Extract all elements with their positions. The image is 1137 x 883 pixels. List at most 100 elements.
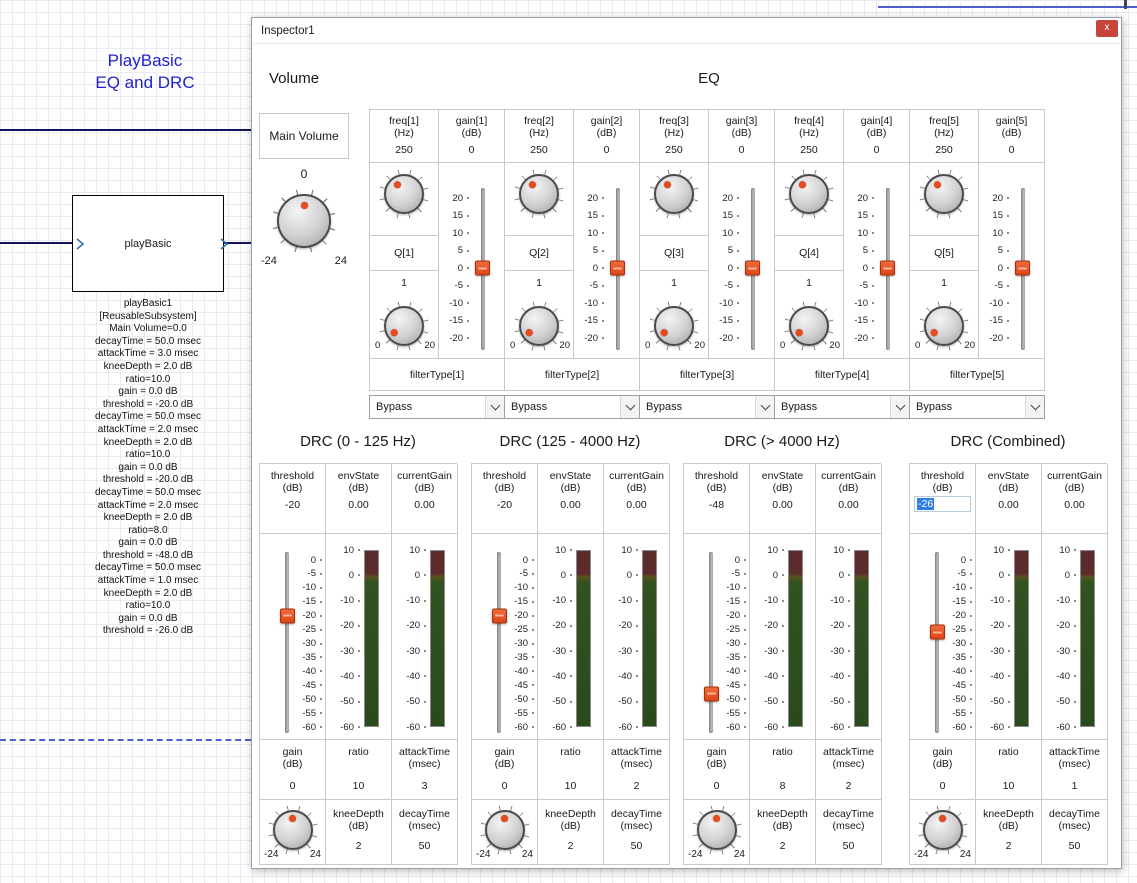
- gain-value[interactable]: 0: [684, 780, 749, 792]
- filter-type-dropdown[interactable]: Bypass: [639, 395, 775, 419]
- q-knob[interactable]: 0 20: [919, 301, 969, 351]
- freq-knob[interactable]: [649, 169, 699, 219]
- attacktime-value[interactable]: 2: [816, 780, 881, 792]
- filter-type-dropdown[interactable]: Bypass: [774, 395, 910, 419]
- threshold-slider-track[interactable]: [709, 552, 713, 733]
- gain-slider-handle[interactable]: [880, 261, 895, 276]
- decaytime-value[interactable]: 50: [392, 840, 457, 852]
- freq-unit: (Hz): [910, 127, 978, 139]
- q-value[interactable]: 1: [640, 271, 708, 295]
- ratio-value[interactable]: 10: [976, 780, 1041, 792]
- attacktime-value[interactable]: 1: [1042, 780, 1107, 792]
- gain-value[interactable]: 0: [844, 144, 909, 156]
- annotation-line: playBasic1: [28, 298, 268, 311]
- drc-gain-knob[interactable]: [268, 805, 318, 855]
- gain-slider-handle[interactable]: [1015, 261, 1030, 276]
- decaytime-value[interactable]: 50: [604, 840, 669, 852]
- threshold-slider-track[interactable]: [935, 552, 939, 733]
- drc-gain-knob[interactable]: [918, 805, 968, 855]
- gain-slider-handle[interactable]: [475, 261, 490, 276]
- envstate-field: envState (dB) 0.00: [326, 464, 392, 534]
- filter-type-dropdown[interactable]: Bypass: [504, 395, 640, 419]
- attacktime-value[interactable]: 3: [392, 780, 457, 792]
- freq-knob[interactable]: [919, 169, 969, 219]
- q-value[interactable]: 1: [775, 271, 843, 295]
- chevron-down-icon: [625, 400, 635, 410]
- threshold-value[interactable]: -20: [472, 499, 537, 511]
- threshold-slider-handle[interactable]: [280, 608, 295, 623]
- drc-gain-knob[interactable]: [692, 805, 742, 855]
- threshold-slider-track[interactable]: [285, 552, 289, 733]
- playbasic-block[interactable]: playBasic: [72, 195, 224, 292]
- threshold-scale: 0-5-10-15-20-25-30-35-40-45-50-55-60: [720, 560, 746, 727]
- dropdown-button[interactable]: [890, 396, 909, 418]
- drc-gain-knob[interactable]: [480, 805, 530, 855]
- decaytime-field: decayTime (msec) 50: [1042, 800, 1108, 865]
- gain-slider-handle[interactable]: [610, 261, 625, 276]
- knob-indicator-dot: [797, 179, 807, 189]
- threshold-slider-handle[interactable]: [492, 608, 507, 623]
- gain-value[interactable]: 0: [472, 780, 537, 792]
- dropdown-button[interactable]: [755, 396, 774, 418]
- dropdown-button[interactable]: [620, 396, 639, 418]
- main-volume-value[interactable]: 0: [259, 159, 349, 189]
- gain-slider-handle[interactable]: [745, 261, 760, 276]
- filter-type-dropdown[interactable]: Bypass: [909, 395, 1045, 419]
- gain-value[interactable]: 0: [910, 780, 975, 792]
- threshold-slider-track[interactable]: [497, 552, 501, 733]
- decaytime-value[interactable]: 50: [816, 840, 881, 852]
- gain-field: gain[3] (dB) 0: [709, 109, 775, 163]
- freq-value[interactable]: 250: [775, 144, 843, 156]
- q-value[interactable]: 1: [370, 271, 438, 295]
- filter-type-value: Bypass: [916, 401, 952, 413]
- kneedepth-value[interactable]: 2: [538, 840, 603, 852]
- ratio-value[interactable]: 8: [750, 780, 815, 792]
- threshold-slider-handle[interactable]: [704, 686, 719, 701]
- freq-value[interactable]: 250: [505, 144, 573, 156]
- dropdown-button[interactable]: [1025, 396, 1044, 418]
- freq-value[interactable]: 250: [910, 144, 978, 156]
- threshold-slider-handle[interactable]: [930, 625, 945, 640]
- kneedepth-value[interactable]: 2: [326, 840, 391, 852]
- dropdown-button[interactable]: [485, 396, 504, 418]
- freq-value[interactable]: 250: [370, 144, 438, 156]
- q-knob[interactable]: 0 20: [379, 301, 429, 351]
- knob-indicator-dot: [929, 327, 939, 337]
- gain-value[interactable]: 0: [979, 144, 1044, 156]
- eq-section: freq[1] (Hz) 250 gain[1] (dB) 0 Q[1] 1: [369, 109, 1045, 419]
- gain-value[interactable]: 0: [439, 144, 504, 156]
- q-knob[interactable]: 0 20: [784, 301, 834, 351]
- ratio-value[interactable]: 10: [326, 780, 391, 792]
- gain-value[interactable]: 0: [709, 144, 774, 156]
- meter-scale: 100-10-20-30-40-50-60: [608, 550, 638, 727]
- annotation-line: ratio=10.0: [28, 374, 268, 387]
- q-value[interactable]: 1: [910, 271, 978, 295]
- kneedepth-value[interactable]: 2: [750, 840, 815, 852]
- q-knob[interactable]: 0 20: [514, 301, 564, 351]
- gain-slider: 20151050-5-10-15-20: [439, 163, 505, 359]
- freq-value[interactable]: 250: [640, 144, 708, 156]
- q-knob[interactable]: 0 20: [649, 301, 699, 351]
- threshold-value[interactable]: -26: [914, 496, 971, 512]
- filter-type-dropdown[interactable]: Bypass: [369, 395, 505, 419]
- window-titlebar[interactable]: Inspector1 x: [252, 18, 1121, 44]
- freq-label: freq[2]: [505, 115, 573, 127]
- freq-knob[interactable]: [784, 169, 834, 219]
- gain-value[interactable]: 0: [574, 144, 639, 156]
- decaytime-value[interactable]: 50: [1042, 840, 1107, 852]
- threshold-value[interactable]: -48: [684, 499, 749, 511]
- close-button[interactable]: x: [1096, 20, 1118, 37]
- ratio-value[interactable]: 10: [538, 780, 603, 792]
- main-volume-knob[interactable]: [272, 189, 336, 253]
- freq-knob[interactable]: [514, 169, 564, 219]
- knob-indicator-dot: [501, 815, 508, 822]
- gain-value[interactable]: 0: [260, 780, 325, 792]
- gain-scale: 20151050-5-10-15-20: [983, 198, 1009, 338]
- freq-knob[interactable]: [379, 169, 429, 219]
- kneedepth-value[interactable]: 2: [976, 840, 1041, 852]
- attacktime-value[interactable]: 2: [604, 780, 669, 792]
- gain-slider: 20151050-5-10-15-20: [979, 163, 1045, 359]
- threshold-value[interactable]: -20: [260, 499, 325, 511]
- annotation-line: kneeDepth = 2.0 dB: [28, 588, 268, 601]
- q-value[interactable]: 1: [505, 271, 573, 295]
